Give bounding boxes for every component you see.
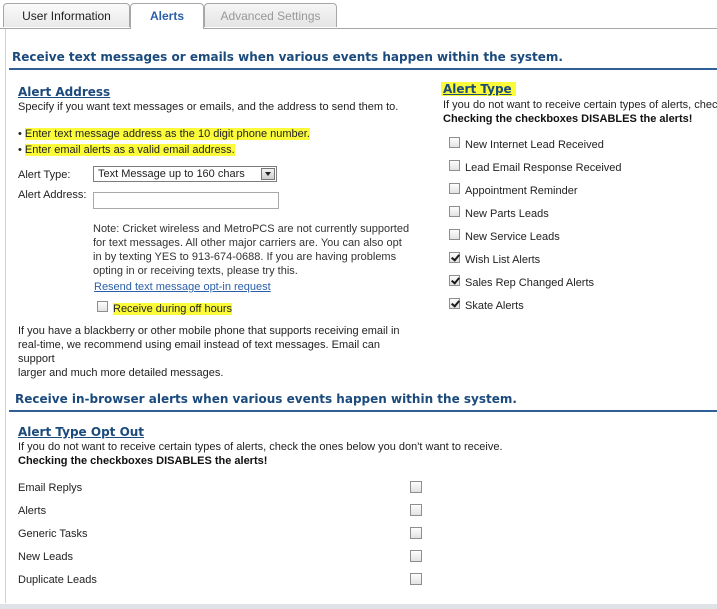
section-title-in-browser: Receive in-browser alerts when various e…: [15, 392, 517, 406]
alert-type-label: New Parts Leads: [465, 208, 549, 220]
tab-advanced-settings[interactable]: Advanced Settings: [204, 3, 337, 27]
carrier-note-line: in by texting YES to 913-674-0688. If yo…: [93, 251, 397, 263]
alert-type-label: Lead Email Response Received: [465, 162, 622, 174]
bullet-email: • Enter email alerts as a valid email ad…: [18, 144, 235, 156]
opt-out-label: Generic Tasks: [18, 528, 88, 540]
alert-type-label: New Service Leads: [465, 231, 560, 243]
opt-out-label: Duplicate Leads: [18, 574, 97, 586]
carrier-note-line: for text messages. All other major carri…: [93, 237, 402, 249]
section-divider: [9, 410, 717, 412]
alert-address-heading: Alert Address: [18, 85, 111, 99]
alert-type-checkbox[interactable]: [449, 275, 460, 286]
blackberry-note-line: larger and much more detailed messages.: [18, 367, 224, 379]
opt-out-checkbox[interactable]: [410, 550, 422, 562]
chevron-down-icon[interactable]: [261, 168, 275, 180]
opt-out-warning: Checking the checkboxes DISABLES the ale…: [18, 455, 268, 467]
blackberry-note-line: If you have a blackberry or other mobile…: [18, 325, 400, 337]
bullet-mark: •: [18, 144, 22, 156]
off-hours-label: Receive during off hours: [113, 303, 233, 315]
opt-out-checkbox[interactable]: [410, 504, 422, 516]
opt-out-label: New Leads: [18, 551, 74, 563]
tab-user-information[interactable]: User Information: [3, 3, 130, 27]
carrier-note-line: opting in or receiving texts, please try…: [93, 265, 298, 277]
blackberry-note: If you have a blackberry or other mobile…: [18, 324, 418, 380]
alert-type-checkbox[interactable]: [449, 298, 460, 309]
alert-type-checkbox[interactable]: [449, 160, 460, 171]
alert-type-label: Appointment Reminder: [465, 185, 578, 197]
bullet-phone: • Enter text message address as the 10 d…: [18, 128, 310, 140]
alert-type-warning: Checking the checkboxes DISABLES the ale…: [443, 113, 693, 125]
alert-address-input[interactable]: [93, 192, 279, 209]
alert-type-label: Skate Alerts: [465, 300, 524, 312]
alert-type-checkbox[interactable]: [449, 206, 460, 217]
opt-out-label: Email Replys: [18, 482, 83, 494]
alert-address-description: Specify if you want text messages or ema…: [18, 101, 399, 113]
opt-out-checkbox[interactable]: [410, 527, 422, 539]
alert-type-label: Alert Type:: [18, 169, 71, 181]
panel-bottom-border: [0, 604, 717, 609]
alert-address-label: Alert Address:: [18, 189, 87, 201]
section-divider: [9, 68, 717, 70]
alert-type-select[interactable]: Text Message up to 160 chars: [93, 166, 277, 182]
carrier-note: Note: Cricket wireless and MetroPCS are …: [93, 222, 423, 278]
tab-bar: User Information Alerts Advanced Setting…: [0, 0, 717, 29]
alert-type-checkbox[interactable]: [449, 252, 460, 263]
alert-type-description: If you do not want to receive certain ty…: [443, 99, 717, 111]
section-title-text-email: Receive text messages or emails when var…: [12, 50, 563, 64]
alert-type-heading: Alert Type: [441, 82, 516, 96]
opt-out-label: Alerts: [18, 505, 47, 517]
opt-out-checkbox[interactable]: [410, 573, 422, 585]
alert-type-checkbox[interactable]: [449, 229, 460, 240]
alert-type-label: Sales Rep Changed Alerts: [465, 277, 595, 289]
blackberry-note-line: real-time, we recommend using email inst…: [18, 339, 380, 365]
alert-type-label: New Internet Lead Received: [465, 139, 604, 151]
alert-type-checkbox[interactable]: [449, 183, 460, 194]
bullet-email-text: Enter email alerts as a valid email addr…: [24, 144, 235, 156]
alert-type-checkbox[interactable]: [449, 137, 460, 148]
tab-alerts[interactable]: Alerts: [130, 3, 204, 29]
alert-type-label: Wish List Alerts: [465, 254, 541, 266]
opt-out-checkbox[interactable]: [410, 481, 422, 493]
bullet-mark: •: [18, 128, 22, 140]
alert-type-select-value: Text Message up to 160 chars: [98, 168, 245, 180]
opt-out-description: If you do not want to receive certain ty…: [18, 441, 503, 453]
bullet-phone-text: Enter text message address as the 10 dig…: [24, 128, 310, 140]
carrier-note-line: Note: Cricket wireless and MetroPCS are …: [93, 223, 410, 235]
resend-opt-in-link[interactable]: Resend text message opt-in request: [94, 281, 271, 293]
opt-out-heading: Alert Type Opt Out: [18, 425, 145, 439]
off-hours-checkbox[interactable]: [97, 301, 108, 312]
